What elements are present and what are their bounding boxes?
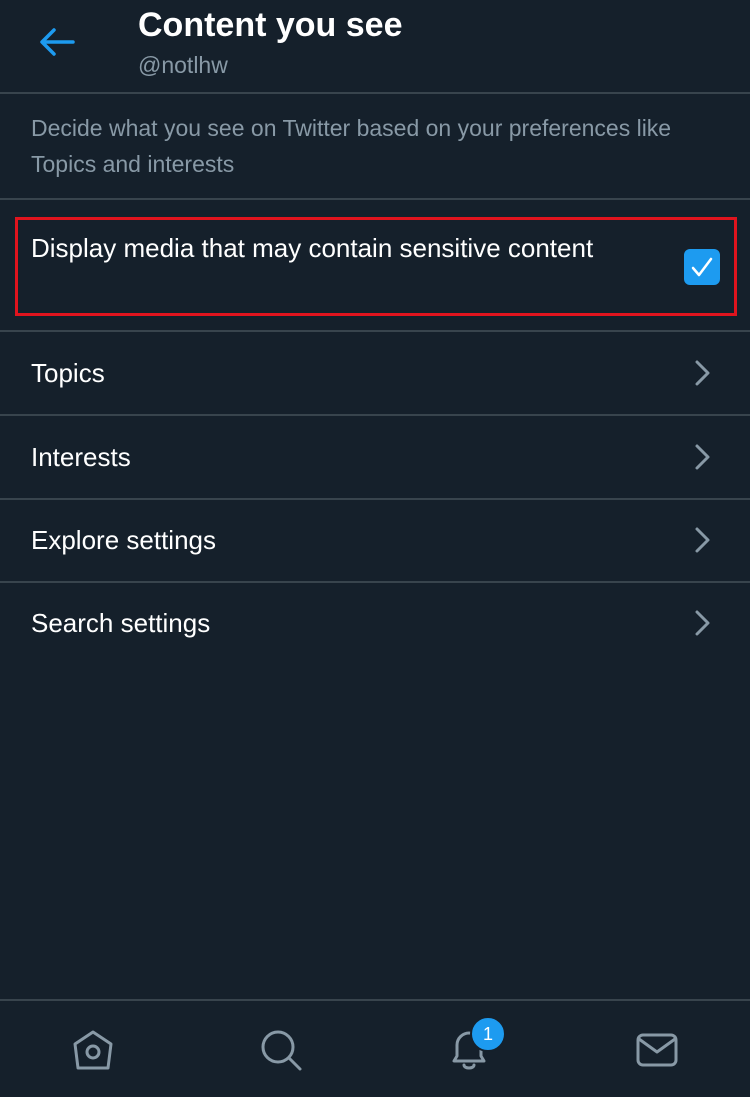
menu-item-label: Interests — [31, 442, 131, 472]
chevron-right-icon — [695, 527, 710, 553]
account-handle: @notlhw — [138, 52, 228, 78]
chevron-right-icon — [695, 610, 710, 636]
sensitive-media-setting[interactable]: Display media that may contain sensitive… — [0, 202, 750, 332]
menu-item-label: Search settings — [31, 608, 211, 638]
description-text: Decide what you see on Twitter based on … — [31, 115, 672, 177]
messages-icon — [636, 1033, 678, 1067]
back-arrow-icon — [40, 28, 75, 56]
bottom-tab-bar: 1 — [0, 999, 750, 1097]
tab-messages[interactable] — [632, 1025, 682, 1075]
menu-item-explore-settings[interactable]: Explore settings — [0, 499, 750, 583]
page-title: Content you see — [138, 6, 403, 44]
menu-item-interests[interactable]: Interests — [0, 416, 750, 500]
tab-search[interactable] — [256, 1025, 306, 1075]
chevron-right-icon — [695, 444, 710, 470]
home-icon — [73, 1030, 113, 1070]
notification-count-badge: 1 — [470, 1016, 506, 1052]
sensitive-media-checkbox[interactable] — [684, 249, 720, 285]
header: Content you see @notlhw — [0, 0, 750, 94]
menu-item-label: Topics — [31, 358, 105, 388]
tab-home[interactable] — [68, 1025, 118, 1075]
menu-item-search-settings[interactable]: Search settings — [0, 582, 750, 664]
sensitive-media-label: Display media that may contain sensitive… — [31, 233, 594, 263]
chevron-right-icon — [695, 360, 710, 386]
search-icon — [261, 1030, 302, 1071]
description-section: Decide what you see on Twitter based on … — [0, 94, 750, 200]
back-button[interactable] — [34, 22, 80, 62]
menu-item-label: Explore settings — [31, 525, 216, 555]
checkmark-icon — [691, 257, 713, 277]
menu-item-topics[interactable]: Topics — [0, 332, 750, 416]
